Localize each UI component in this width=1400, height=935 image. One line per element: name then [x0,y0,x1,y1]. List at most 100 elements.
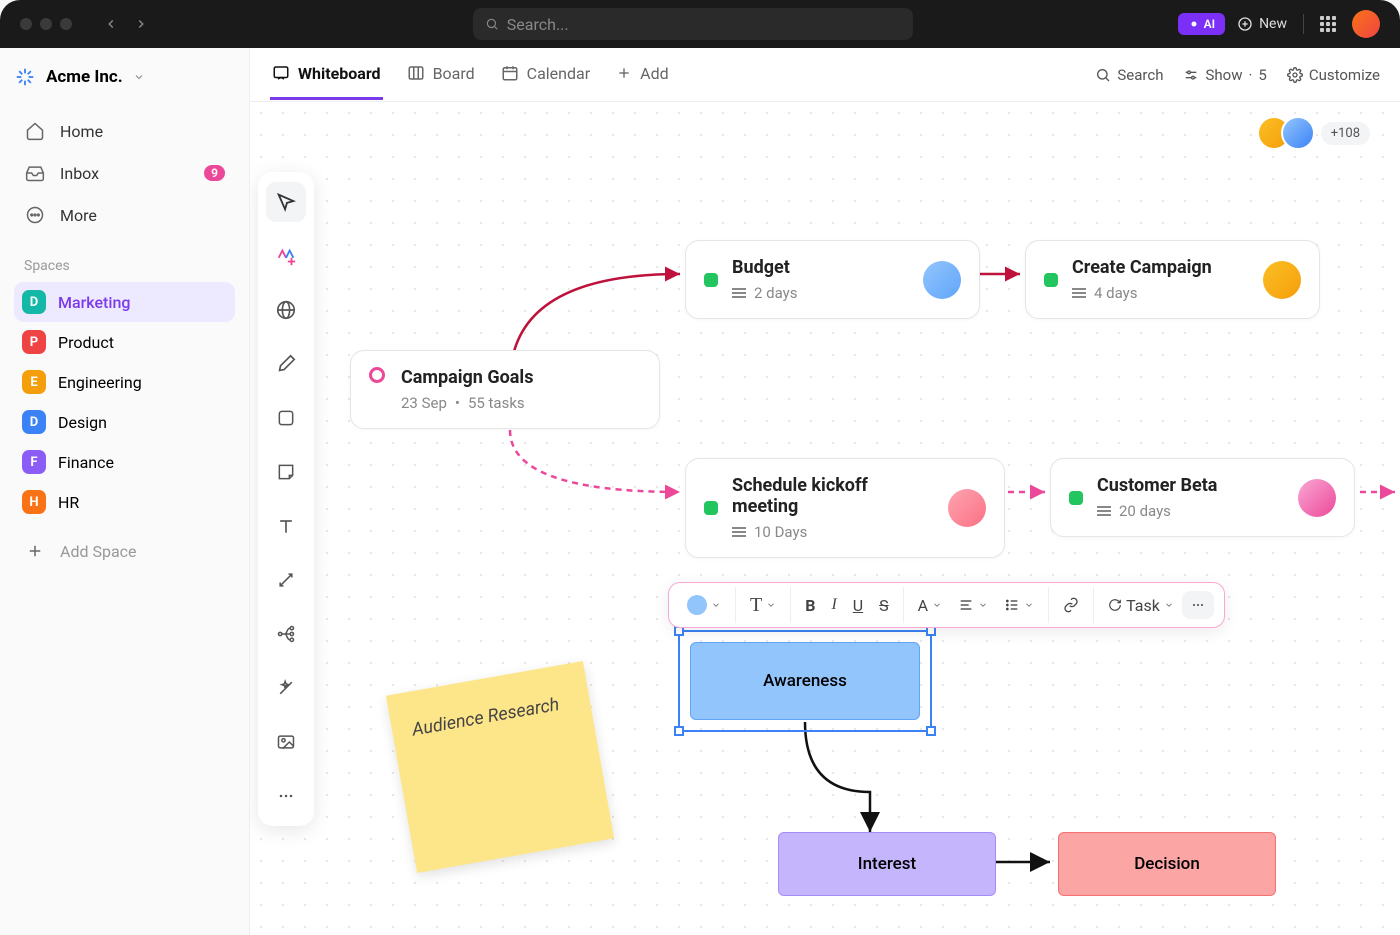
list-button[interactable] [996,591,1042,619]
plus-icon [616,65,632,81]
text-color-button[interactable]: A [910,590,950,621]
connector-tool[interactable] [266,560,306,600]
chevron-down-icon [932,600,942,610]
italic-button[interactable]: I [823,590,844,620]
sidebar-space-marketing[interactable]: D Marketing [14,282,235,322]
fill-color-button[interactable] [679,589,729,621]
assignee-avatar[interactable] [1298,479,1336,517]
show-menu[interactable]: Show · 5 [1183,66,1266,84]
tool-palette [258,172,314,826]
nav-home[interactable]: Home [14,110,235,152]
chevron-down-icon [766,600,776,610]
new-button[interactable]: New [1237,16,1287,32]
space-letter-icon: E [22,370,46,394]
web-tool[interactable] [266,290,306,330]
convert-task-button[interactable]: Task [1100,590,1182,621]
titlebar: Search... AI New [0,0,1400,48]
maximize-window[interactable] [60,18,72,30]
align-button[interactable] [950,591,996,619]
assignee-avatar[interactable] [1263,261,1301,299]
cursor-tool[interactable] [266,182,306,222]
sidebar-space-design[interactable]: DDesign [14,402,235,442]
sidebar: Acme Inc. Home Inbox 9 More Spaces D Mark… [0,48,250,935]
user-avatar[interactable] [1352,10,1380,38]
global-search[interactable]: Search... [473,8,913,40]
description-icon [1097,506,1111,516]
add-space-button[interactable]: Add Space [14,530,235,572]
chevron-down-icon [1024,600,1034,610]
space-label: Marketing [58,293,130,312]
space-label: Finance [58,453,114,472]
text-style-button[interactable]: T [742,588,784,623]
strikethrough-button[interactable]: S [871,590,897,621]
board-icon [407,64,425,82]
mindmap-tool[interactable] [266,614,306,654]
description-icon [732,288,746,298]
inbox-icon [24,162,46,184]
tab-add-view[interactable]: Add [614,50,670,100]
description-icon [1072,288,1086,298]
card-schedule-kickoff[interactable]: Schedule kickoff meeting 10 Days [685,458,1005,558]
pen-tool[interactable] [266,344,306,384]
more-tools[interactable] [266,776,306,816]
assignee-avatar[interactable] [923,261,961,299]
sidebar-space-engineering[interactable]: E Engineering [14,362,235,402]
card-budget[interactable]: Budget 2 days [685,240,980,319]
workspace-switcher[interactable]: Acme Inc. [14,66,235,88]
card-campaign-goals[interactable]: Campaign Goals 23 Sep • 55 tasks [350,350,660,429]
sticky-note[interactable]: Audience Research [386,661,614,873]
sticky-tool[interactable] [266,452,306,492]
space-label: Engineering [58,373,142,392]
spaces-heading: Spaces [24,258,225,274]
collaborator-avatar[interactable] [1281,116,1315,150]
underline-button[interactable]: U [845,590,871,621]
card-customer-beta[interactable]: Customer Beta 20 days [1050,458,1355,537]
card-create-campaign[interactable]: Create Campaign 4 days [1025,240,1320,319]
nav-back-icon[interactable] [104,17,118,31]
text-tool[interactable] [266,506,306,546]
whiteboard-canvas[interactable]: +108 [250,102,1400,935]
sidebar-space-finance[interactable]: FFinance [14,442,235,482]
sparkle-icon [1188,18,1200,30]
shape-decision[interactable]: Decision [1058,832,1276,896]
customize-button[interactable]: Customize [1287,66,1380,84]
minimize-window[interactable] [40,18,52,30]
collaborator-more[interactable]: +108 [1321,122,1370,145]
link-icon [1063,597,1079,613]
shape-tool[interactable] [266,398,306,438]
plus-icon [24,540,46,562]
bold-button[interactable]: B [797,590,823,621]
description-icon [732,527,746,537]
sliders-icon [1183,67,1199,83]
ai-tool[interactable] [266,236,306,276]
space-label: Product [58,333,114,352]
align-icon [958,597,974,613]
tab-calendar[interactable]: Calendar [499,50,592,100]
shape-interest[interactable]: Interest [778,832,996,896]
assignee-avatar[interactable] [948,489,986,527]
status-green-icon [1069,491,1083,505]
tab-board[interactable]: Board [405,50,477,100]
collaborator-stack[interactable]: +108 [1267,116,1370,150]
sidebar-space-product[interactable]: PProduct [14,322,235,362]
apps-grid-icon[interactable] [1320,16,1336,32]
sidebar-space-hr[interactable]: HHR [14,482,235,522]
search-placeholder: Search... [507,15,569,34]
nav-more[interactable]: More [14,194,235,236]
image-tool[interactable] [266,722,306,762]
link-button[interactable] [1055,591,1087,619]
ai-button[interactable]: AI [1178,13,1225,35]
magic-tool[interactable] [266,668,306,708]
nav-forward-icon[interactable] [134,17,148,31]
space-letter-icon: H [22,490,46,514]
tab-whiteboard[interactable]: Whiteboard [270,50,383,100]
search-icon [1095,67,1111,83]
shape-awareness[interactable]: Awareness [690,642,920,720]
refresh-icon [1108,598,1122,612]
more-format-button[interactable] [1182,591,1214,619]
close-window[interactable] [20,18,32,30]
space-letter-icon: D [22,290,46,314]
list-icon [1004,597,1020,613]
canvas-search[interactable]: Search [1095,66,1163,84]
nav-inbox[interactable]: Inbox 9 [14,152,235,194]
